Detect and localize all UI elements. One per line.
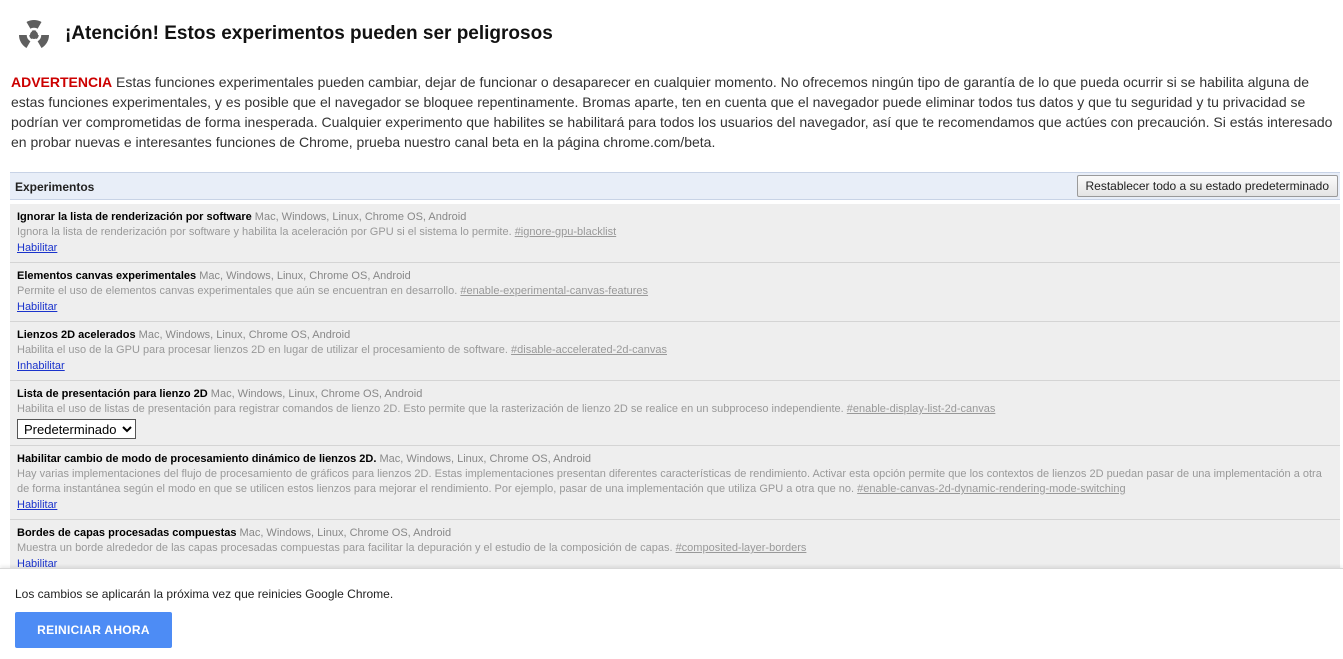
experiment-platforms: Mac, Windows, Linux, Chrome OS, Android — [236, 527, 452, 539]
restart-now-button[interactable]: REINICIAR AHORA — [15, 612, 172, 648]
experiment-description: Habilita el uso de la GPU para procesar … — [17, 344, 512, 356]
experiment-anchor-link[interactable]: #enable-experimental-canvas-features — [460, 285, 648, 297]
experiment-anchor-link[interactable]: #ignore-gpu-blacklist — [515, 226, 617, 238]
experiment-name: Elementos canvas experimentales — [17, 270, 197, 282]
warning-body: Estas funciones experimentales pueden ca… — [11, 74, 1333, 150]
experiment-platforms: Mac, Windows, Linux, Chrome OS, Android — [251, 211, 467, 223]
enable-link[interactable]: Habilitar — [17, 300, 57, 315]
experiment-platforms: Mac, Windows, Linux, Chrome OS, Android — [196, 270, 411, 282]
experiment-description: Habilita el uso de listas de presentació… — [17, 403, 847, 415]
experiment-description: Muestra un borde alrededor de las capas … — [17, 542, 676, 554]
experiment-platforms: Mac, Windows, Linux, Chrome OS, Android — [376, 453, 592, 465]
experiment-name: Ignorar la lista de renderización por so… — [17, 211, 252, 223]
radiation-hazard-icon — [18, 19, 50, 48]
experiment-description: Hay varias implementaciones del flujo de… — [17, 468, 1322, 495]
experiment-item: Lista de presentación para lienzo 2D Mac… — [10, 381, 1340, 446]
experiment-item: Lienzos 2D acelerados Mac, Windows, Linu… — [10, 322, 1340, 381]
experiment-description: Ignora la lista de renderización por sof… — [17, 226, 515, 238]
warning-text: ADVERTENCIA Estas funciones experimental… — [11, 72, 1333, 152]
experiment-name: Lista de presentación para lienzo 2D — [17, 388, 208, 400]
experiments-list: Ignorar la lista de renderización por so… — [10, 204, 1340, 568]
restart-footer: Los cambios se aplicarán la próxima vez … — [0, 568, 1343, 659]
experiment-platforms: Mac, Windows, Linux, Chrome OS, Android — [135, 329, 351, 341]
experiment-anchor-link[interactable]: #composited-layer-borders — [676, 542, 807, 554]
reset-all-button[interactable]: Restablecer todo a su estado predetermin… — [1076, 175, 1338, 197]
experiment-name: Bordes de capas procesadas compuestas — [17, 527, 237, 539]
warning-label: ADVERTENCIA — [11, 74, 113, 90]
experiment-anchor-link[interactable]: #enable-canvas-2d-dynamic-rendering-mode… — [857, 483, 1125, 495]
experiment-anchor-link[interactable]: #disable-accelerated-2d-canvas — [511, 344, 667, 356]
experiment-item: Bordes de capas procesadas compuestas Ma… — [10, 520, 1340, 568]
page-title: ¡Atención! Estos experimentos pueden ser… — [65, 23, 553, 44]
enable-link[interactable]: Habilitar — [17, 557, 57, 568]
experiment-description: Permite el uso de elementos canvas exper… — [17, 285, 461, 297]
experiment-item: Elementos canvas experimentales Mac, Win… — [10, 263, 1340, 322]
experiment-anchor-link[interactable]: #enable-display-list-2d-canvas — [847, 403, 996, 415]
experiment-name: Lienzos 2D acelerados — [17, 329, 136, 341]
page-header: ¡Atención! Estos experimentos pueden ser… — [13, 12, 553, 56]
experiments-title: Experimentos — [15, 180, 95, 194]
enable-link[interactable]: Habilitar — [17, 498, 57, 513]
disable-link[interactable]: Inhabilitar — [17, 359, 65, 374]
experiment-name: Habilitar cambio de modo de procesamient… — [17, 453, 377, 465]
experiment-item: Ignorar la lista de renderización por so… — [10, 204, 1340, 263]
enable-link[interactable]: Habilitar — [17, 241, 57, 256]
experiment-mode-select[interactable]: Predeterminado — [17, 419, 136, 439]
restart-note: Los cambios se aplicarán la próxima vez … — [15, 587, 394, 601]
experiments-header: Experimentos Restablecer todo a su estad… — [10, 172, 1340, 200]
experiment-item: Habilitar cambio de modo de procesamient… — [10, 446, 1340, 520]
experiment-platforms: Mac, Windows, Linux, Chrome OS, Android — [207, 388, 423, 400]
